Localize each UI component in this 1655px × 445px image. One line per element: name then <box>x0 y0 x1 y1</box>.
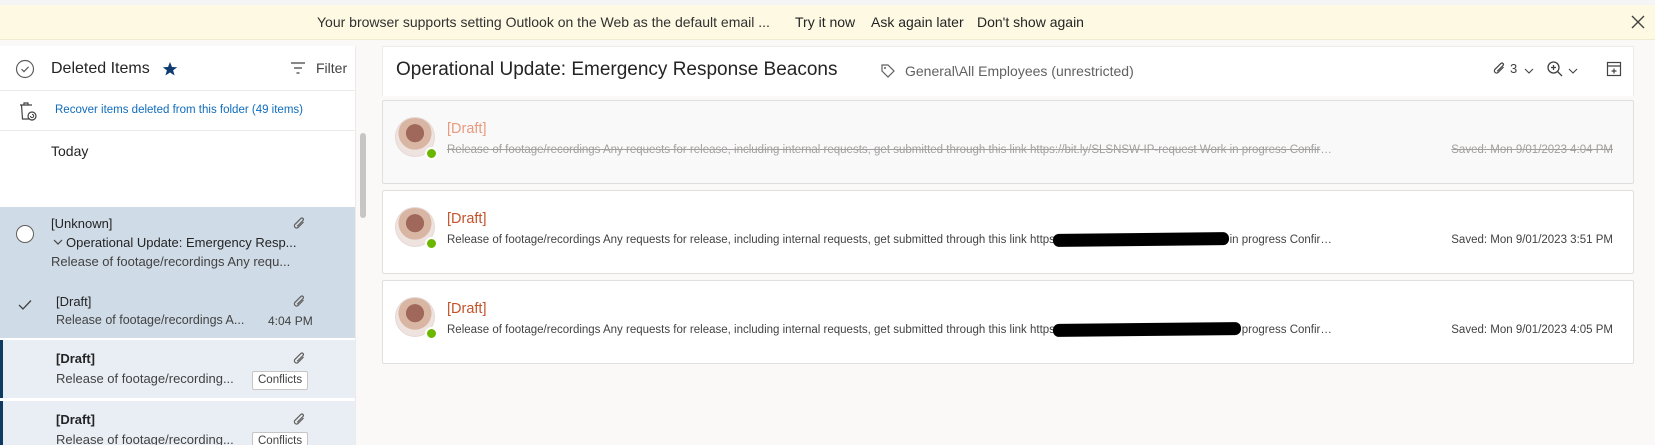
recover-text: Recover items deleted from this folder (… <box>55 104 303 116</box>
dont-show-again-link[interactable]: Don't show again <box>977 14 1084 30</box>
message-preview: Release of footage/recordings Any reques… <box>447 144 1337 156</box>
message-card[interactable]: [Draft] Release of footage/recordings An… <box>382 190 1634 274</box>
message-card[interactable]: [Draft] Release of footage/recordings An… <box>382 280 1634 364</box>
close-icon[interactable] <box>1629 13 1647 31</box>
conversation-subject: Operational Update: Emergency Resp... <box>66 235 297 250</box>
filter-icon <box>291 62 305 74</box>
saved-timestamp: Saved: Mon 9/01/2023 4:04 PM <box>1451 144 1613 156</box>
child-preview: Release of footage/recording... <box>56 371 234 386</box>
banner-message: Your browser supports setting Outlook on… <box>317 14 770 30</box>
presence-available-icon <box>425 147 438 160</box>
select-conversation-radio[interactable] <box>16 225 34 243</box>
reading-pane: Operational Update: Emergency Response B… <box>382 46 1634 445</box>
sensitivity-tag-icon <box>881 64 895 78</box>
folder-title: Deleted Items <box>51 60 150 77</box>
redaction-mark <box>1052 232 1230 247</box>
attachment-icon <box>293 217 304 229</box>
redaction-mark <box>1052 322 1242 337</box>
chevron-down-icon[interactable] <box>1524 67 1534 75</box>
filter-label: Filter <box>316 60 348 76</box>
child-preview: Release of footage/recording... <box>56 432 234 445</box>
child-time: 4:04 PM <box>268 314 313 328</box>
select-all-icon[interactable] <box>15 59 35 79</box>
favorite-star-icon[interactable] <box>162 61 178 77</box>
child-draft-label: [Draft] <box>56 294 92 309</box>
checkmark-icon <box>18 300 32 310</box>
group-header-today: Today <box>51 143 89 159</box>
child-draft-label: [Draft] <box>56 351 95 366</box>
presence-available-icon <box>425 237 438 250</box>
reading-subject: Operational Update: Emergency Response B… <box>396 59 838 80</box>
conversation-child[interactable]: [Draft] Release of footage/recording... … <box>0 340 355 398</box>
conversation-item[interactable]: [Unknown] Operational Update: Emergency … <box>0 207 355 338</box>
child-draft-label: [Draft] <box>56 412 95 427</box>
default-email-banner: Your browser supports setting Outlook on… <box>0 0 1655 40</box>
chevron-down-icon[interactable] <box>52 236 64 248</box>
draft-label: [Draft] <box>447 301 487 317</box>
saved-timestamp: Saved: Mon 9/01/2023 4:05 PM <box>1451 324 1613 336</box>
message-card[interactable]: [Draft] Release of footage/recordings An… <box>382 100 1634 184</box>
conversation-sender: [Unknown] <box>51 216 113 231</box>
conflicts-badge: Conflicts <box>252 432 309 445</box>
open-in-new-window-icon[interactable] <box>1606 61 1622 77</box>
saved-timestamp: Saved: Mon 9/01/2023 3:51 PM <box>1451 234 1613 246</box>
message-list-scrollbar[interactable] <box>360 133 366 218</box>
sensitivity-label[interactable]: General\All Employees (unrestricted) <box>905 63 1134 79</box>
chevron-down-icon[interactable] <box>1568 67 1578 75</box>
attachment-count[interactable]: 3 <box>1510 61 1517 76</box>
conversation-child-selected[interactable]: [Draft] Release of footage/recordings A.… <box>0 282 355 338</box>
conversation-child[interactable]: [Draft] Release of footage/recording... … <box>0 401 355 445</box>
reading-header: Operational Update: Emergency Response B… <box>382 46 1634 96</box>
draft-label: [Draft] <box>447 211 487 227</box>
attachment-icon <box>293 352 304 364</box>
attachment-icon <box>293 295 304 307</box>
conversation-preview: Release of footage/recordings Any requ..… <box>51 254 291 269</box>
try-it-now-link[interactable]: Try it now <box>795 14 855 30</box>
zoom-icon[interactable] <box>1546 60 1564 78</box>
message-list-pane: Deleted Items Filter Recover items delet… <box>0 46 356 445</box>
recover-deleted-items-link[interactable]: Recover items deleted from this folder (… <box>0 91 355 131</box>
folder-header: Deleted Items Filter <box>0 46 355 91</box>
child-preview: Release of footage/recordings A... <box>56 313 245 327</box>
ask-again-later-link[interactable]: Ask again later <box>871 14 964 30</box>
attachment-icon[interactable] <box>1492 61 1508 77</box>
draft-label: [Draft] <box>447 121 487 137</box>
presence-available-icon <box>425 327 438 340</box>
attachment-icon <box>293 413 304 425</box>
recover-trash-icon <box>20 102 37 121</box>
conflicts-badge: Conflicts <box>252 371 309 390</box>
